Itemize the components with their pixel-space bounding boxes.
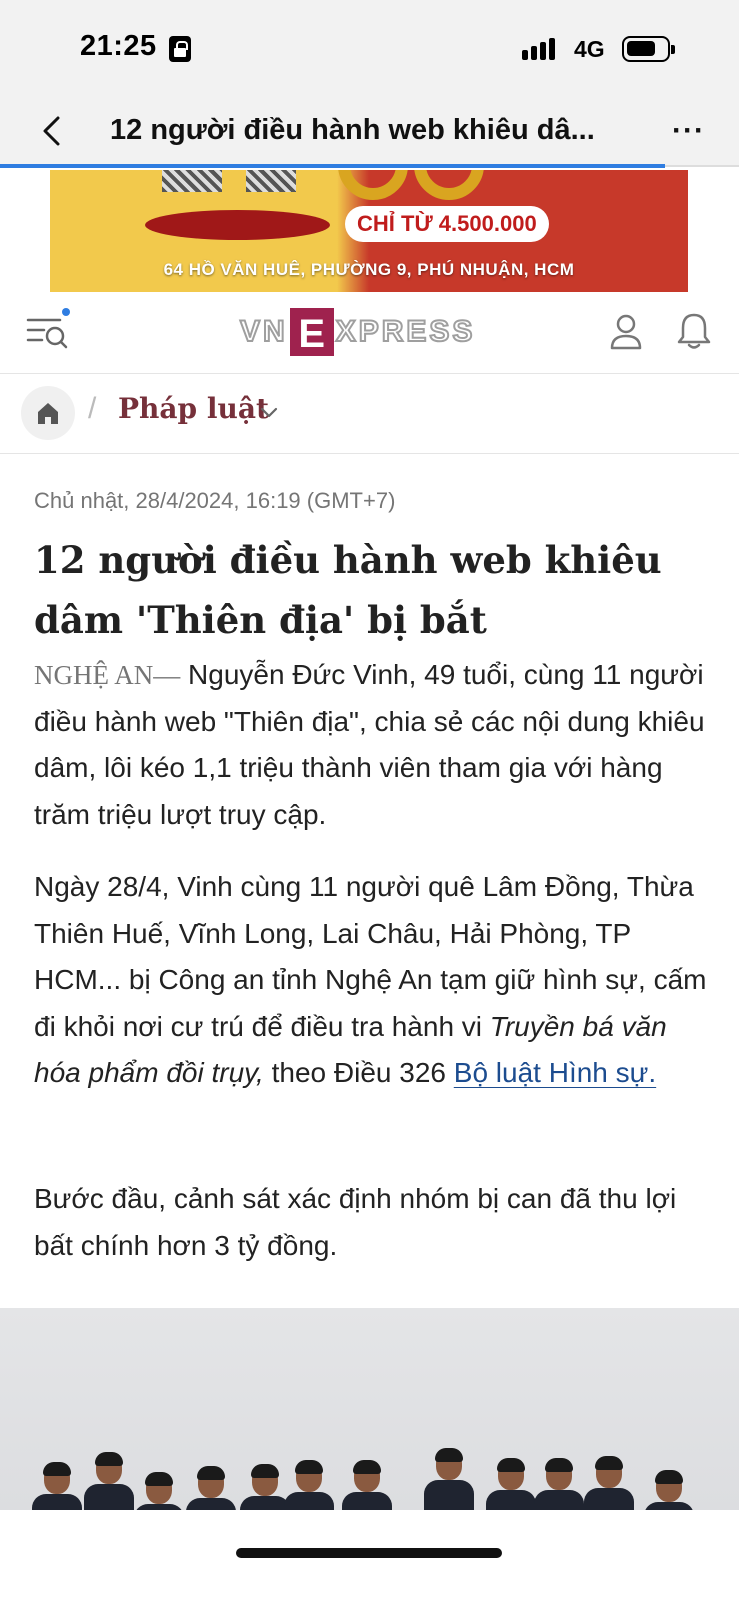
back-icon[interactable]	[36, 114, 70, 148]
breadcrumb-separator: /	[88, 392, 97, 425]
article-lead: NGHỆ AN— Nguyễn Đức Vinh, 49 tuổi, cùng …	[34, 652, 710, 838]
law-link[interactable]: Bộ luật Hình sự.	[454, 1057, 656, 1088]
logo-text-left: VN	[239, 314, 288, 349]
photo-person	[84, 1452, 134, 1510]
ad-ring-image	[414, 170, 484, 200]
status-bar: 21:25 4G	[0, 0, 739, 98]
chevron-down-icon[interactable]	[258, 402, 280, 424]
user-icon[interactable]	[608, 312, 644, 352]
home-button[interactable]	[21, 386, 75, 440]
photo-person	[424, 1448, 474, 1510]
network-type: 4G	[574, 36, 605, 62]
breadcrumb: / Pháp luật	[0, 374, 739, 454]
ad-address: 64 HỒ VĂN HUÊ, PHƯỜNG 9, PHÚ NHUẬN, HCM	[163, 260, 575, 279]
article-date: Chủ nhật, 28/4/2024, 16:19 (GMT+7)	[34, 488, 396, 513]
ad-ring-image	[338, 170, 408, 200]
lead-dash: —	[153, 660, 181, 690]
article-paragraph: Bước đầu, cảnh sát xác định nhóm bị can …	[34, 1183, 677, 1261]
home-icon	[38, 403, 58, 424]
photo-person	[32, 1462, 82, 1510]
lead-location: NGHỆ AN	[34, 660, 154, 690]
article-photo[interactable]	[0, 1308, 739, 1510]
breadcrumb-category[interactable]: Pháp luật	[118, 392, 269, 425]
nav-title: 12 người điều hành web khiêu dâ...	[110, 114, 595, 146]
orientation-lock-icon	[169, 36, 191, 62]
signal-icon	[522, 38, 555, 60]
ad-plate-image	[145, 210, 330, 240]
bottom-safe-area	[0, 1510, 739, 1600]
ad-decoration	[246, 170, 296, 192]
battery-icon	[622, 36, 675, 62]
menu-search-icon[interactable]	[26, 312, 70, 352]
photo-person	[534, 1458, 584, 1510]
logo-text-right: XPRESS	[335, 314, 476, 349]
article-paragraph: Ngày 28/4, Vinh cùng 11 người quê Lâm Đồ…	[34, 864, 710, 1097]
photo-person	[186, 1466, 236, 1510]
more-options-button[interactable]: ···	[672, 114, 705, 148]
article-title: 12 người điều hành web khiêu dâm 'Thiên …	[34, 538, 662, 642]
nav-bar: 12 người điều hành web khiêu dâ... ···	[0, 98, 739, 166]
ad-price: CHỈ TỪ 4.500.000	[345, 206, 549, 242]
status-time: 21:25	[80, 30, 157, 62]
reading-progress-bar	[0, 164, 665, 168]
ad-decoration	[162, 170, 222, 192]
site-header: VN E XPRESS	[0, 292, 739, 374]
photo-person	[342, 1460, 392, 1510]
photo-person	[486, 1458, 536, 1510]
notification-dot	[62, 308, 70, 316]
photo-person	[644, 1470, 694, 1510]
home-indicator[interactable]	[236, 1548, 502, 1558]
ad-banner[interactable]: CHỈ TỪ 4.500.000 64 HỒ VĂN HUÊ, PHƯỜNG 9…	[50, 170, 688, 292]
vnexpress-logo[interactable]: VN E XPRESS	[239, 306, 476, 358]
logo-mark: E	[289, 308, 334, 356]
reading-progress-track	[665, 165, 739, 167]
bell-icon[interactable]	[676, 310, 712, 352]
photo-person	[284, 1460, 334, 1510]
photo-person	[240, 1464, 290, 1510]
photo-person	[134, 1472, 184, 1510]
paragraph-text: theo Điều 326	[263, 1057, 454, 1088]
photo-person	[584, 1456, 634, 1510]
